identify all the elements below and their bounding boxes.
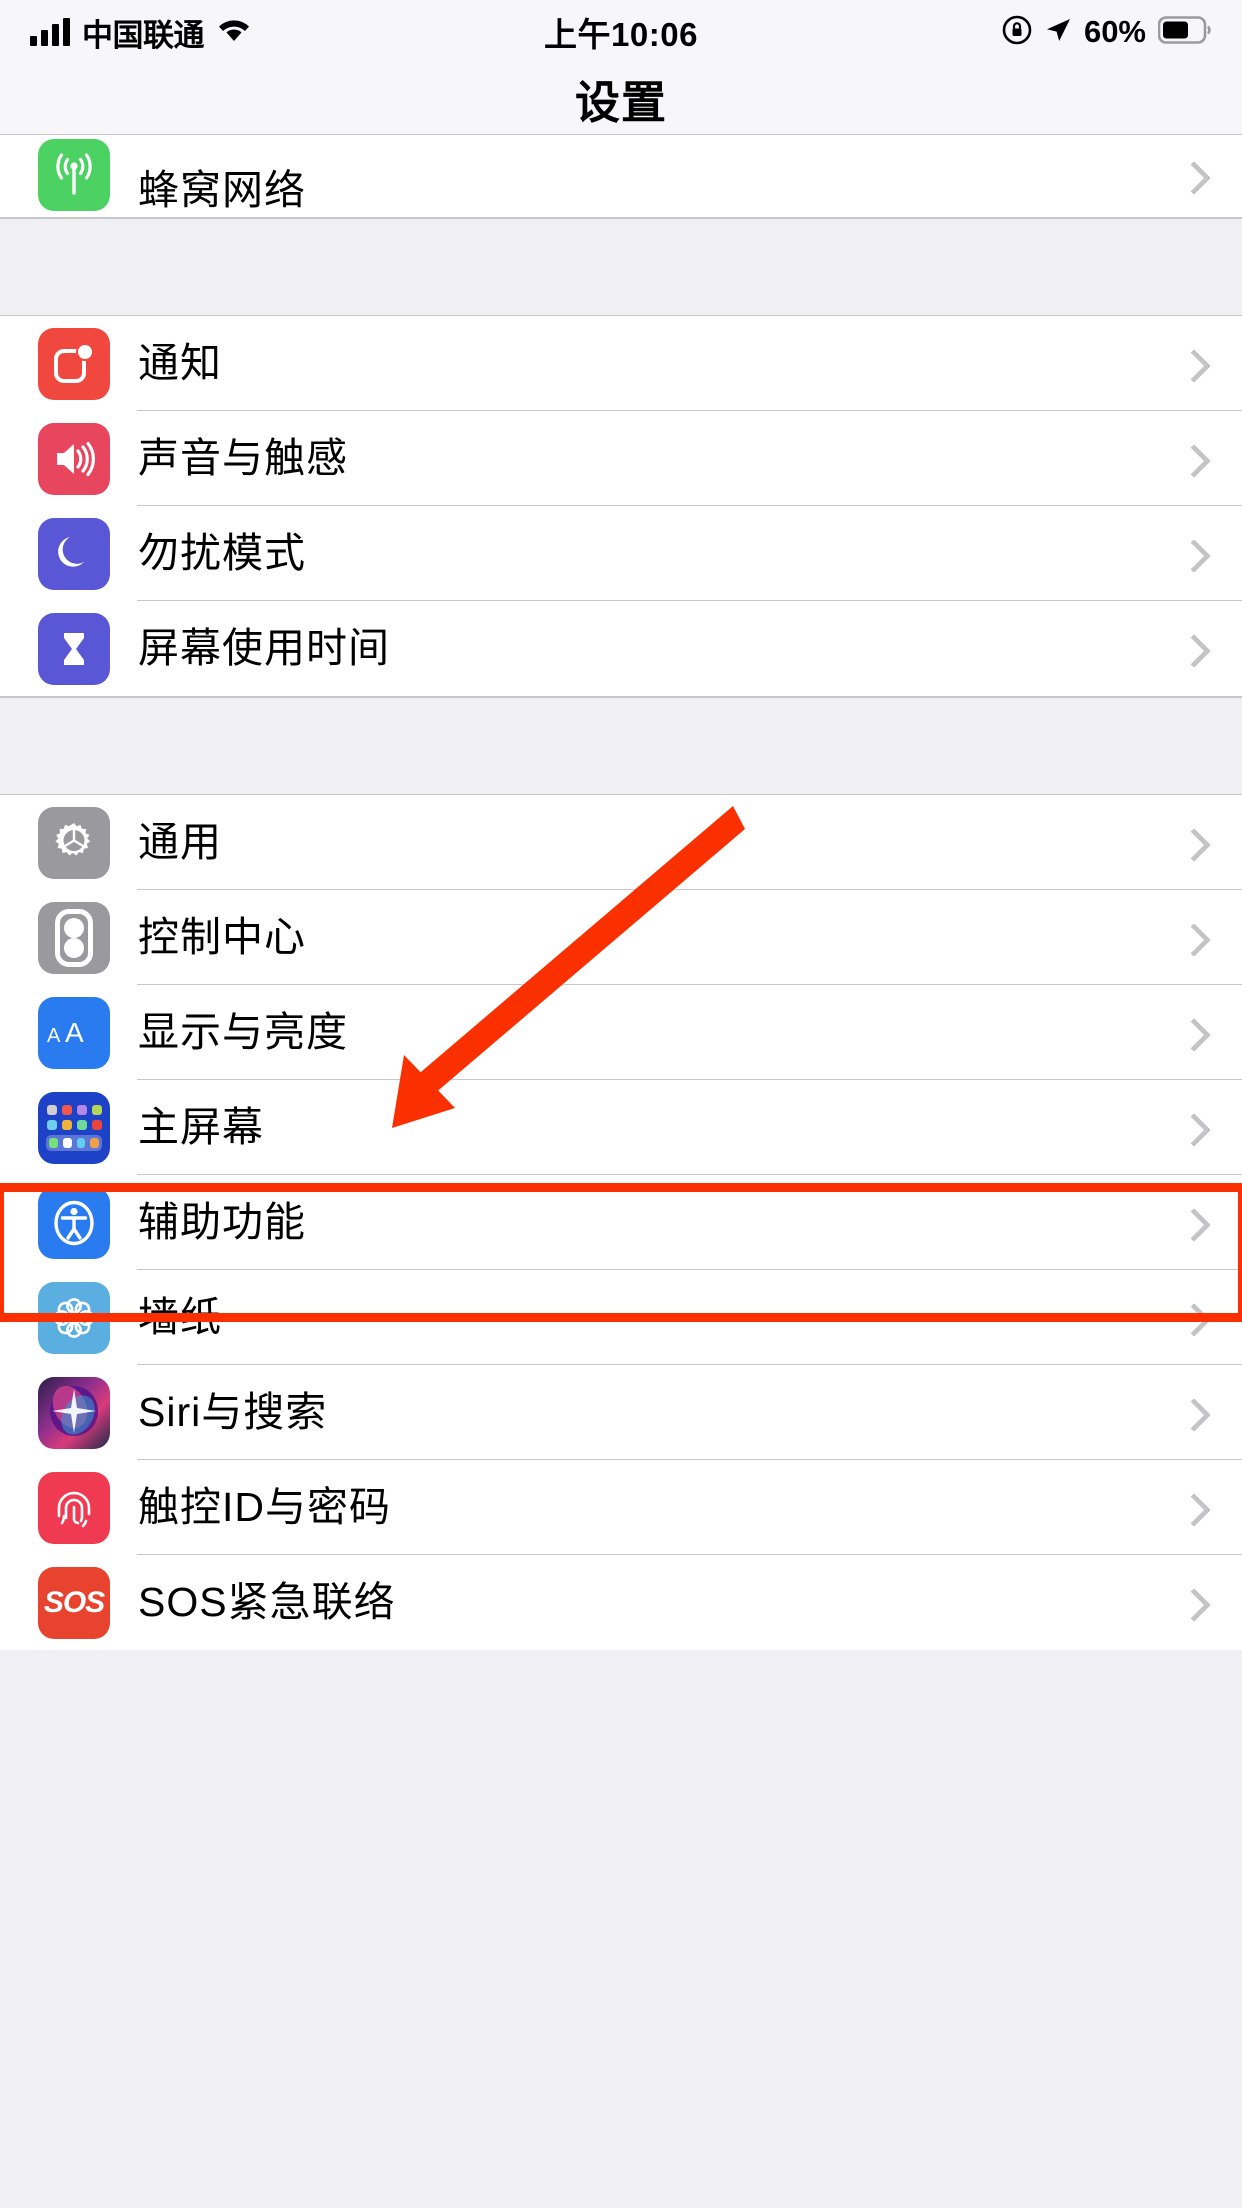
fingerprint-icon: [38, 1471, 110, 1544]
toggles-icon: [38, 901, 110, 974]
chevron-right-icon: [1182, 1498, 1202, 1518]
carrier-label: 中国联通: [82, 17, 205, 53]
settings-row-label: 墙纸: [138, 1294, 222, 1340]
settings-row-label: 蜂窝网络: [138, 167, 306, 213]
chevron-right-icon: [1182, 1213, 1202, 1233]
crescent-moon-icon: [38, 517, 110, 590]
gear-icon: [38, 806, 110, 879]
settings-row-label: 通用: [138, 819, 222, 865]
settings-row-label: 辅助功能: [138, 1199, 306, 1245]
settings-row-cellular[interactable]: 蜂窝网络: [0, 135, 1242, 217]
battery-icon: [1157, 15, 1212, 49]
settings-row-label: 屏幕使用时间: [138, 625, 390, 671]
settings-row-do-not-disturb[interactable]: 勿扰模式: [0, 506, 1242, 601]
settings-row-label: Siri与搜索: [138, 1389, 328, 1435]
notifications-badge-icon: [38, 327, 110, 400]
app-grid-icon: [38, 1091, 110, 1164]
settings-row-label: 声音与触感: [138, 435, 348, 481]
chevron-right-icon: [1182, 166, 1202, 186]
settings-row-label: 触控ID与密码: [138, 1484, 391, 1530]
chevron-right-icon: [1182, 833, 1202, 853]
cellular-antenna-icon: [38, 139, 110, 211]
chevron-right-icon: [1182, 928, 1202, 948]
group-separator-2: [0, 697, 1242, 795]
settings-row-emergency-sos[interactable]: SOS SOS紧急联络: [0, 1555, 1242, 1650]
siri-orb-icon: [38, 1376, 110, 1449]
status-bar-right: 60%: [621, 14, 1212, 50]
group-system: 通用 控制中心 A A 显示与亮度 主屏幕 辅助功能 墙纸 Siri与搜索 触控…: [0, 795, 1242, 1650]
chevron-right-icon: [1182, 449, 1202, 469]
settings-row-label: 通知: [138, 340, 222, 386]
settings-screen: 中国联通 上午10:06 60% 设置 蜂窝网络 通知 声音与触感 勿扰模式 屏…: [0, 0, 1242, 2208]
chevron-right-icon: [1182, 1023, 1202, 1043]
settings-row-general[interactable]: 通用: [0, 795, 1242, 890]
page-title: 设置: [574, 77, 667, 128]
text-size-aa-icon: A A: [38, 996, 110, 1069]
chevron-right-icon: [1182, 354, 1202, 374]
toggle-switches-shape: [55, 908, 93, 967]
battery-percent-label: 60%: [1083, 14, 1146, 49]
settings-row-label: SOS紧急联络: [138, 1579, 396, 1625]
status-bar-left: 中国联通: [30, 10, 621, 55]
settings-row-siri-search[interactable]: Siri与搜索: [0, 1365, 1242, 1460]
settings-row-wallpaper[interactable]: 墙纸: [0, 1270, 1242, 1365]
signal-bars-icon: [30, 18, 70, 46]
status-bar: 中国联通 上午10:06 60%: [0, 0, 1242, 64]
sos-icon-text: SOS: [43, 1585, 105, 1619]
settings-list: 蜂窝网络 通知 声音与触感 勿扰模式 屏幕使用时间 通用 控制中心 A A 显示…: [0, 134, 1242, 1650]
settings-row-accessibility[interactable]: 辅助功能: [0, 1175, 1242, 1270]
settings-row-label: 主屏幕: [138, 1104, 264, 1150]
settings-row-sounds[interactable]: 声音与触感: [0, 411, 1242, 506]
settings-row-control-center[interactable]: 控制中心: [0, 890, 1242, 985]
settings-row-label: 显示与亮度: [138, 1009, 348, 1055]
settings-row-touch-id-passcode[interactable]: 触控ID与密码: [0, 1460, 1242, 1555]
hourglass-icon: [38, 612, 110, 685]
rotation-lock-icon: [1002, 15, 1032, 50]
settings-row-label: 控制中心: [138, 914, 306, 960]
group-connectivity: 蜂窝网络: [0, 134, 1242, 218]
settings-row-home-screen[interactable]: 主屏幕: [0, 1080, 1242, 1175]
accessibility-icon: [38, 1186, 110, 1259]
wifi-icon: [216, 16, 252, 48]
settings-row-label: 勿扰模式: [138, 530, 306, 576]
speaker-waves-icon: [38, 422, 110, 495]
chevron-right-icon: [1182, 1403, 1202, 1423]
group-alerts: 通知 声音与触感 勿扰模式 屏幕使用时间: [0, 316, 1242, 697]
chevron-right-icon: [1182, 639, 1202, 659]
chevron-right-icon: [1182, 1308, 1202, 1328]
chevron-right-icon: [1182, 1118, 1202, 1138]
svg-text:A: A: [65, 1017, 84, 1048]
chevron-right-icon: [1182, 544, 1202, 564]
location-arrow-icon: [1044, 16, 1072, 49]
settings-row-display-brightness[interactable]: A A 显示与亮度: [0, 985, 1242, 1080]
chevron-right-icon: [1182, 1593, 1202, 1613]
settings-row-notifications[interactable]: 通知: [0, 316, 1242, 411]
nav-bar: 设置: [0, 64, 1242, 134]
flower-wallpaper-icon: [38, 1281, 110, 1354]
settings-row-screen-time[interactable]: 屏幕使用时间: [0, 601, 1242, 696]
svg-text:A: A: [47, 1025, 61, 1047]
app-grid-shape: [46, 1104, 102, 1151]
sos-icon: SOS: [38, 1566, 110, 1639]
group-separator-1: [0, 218, 1242, 316]
